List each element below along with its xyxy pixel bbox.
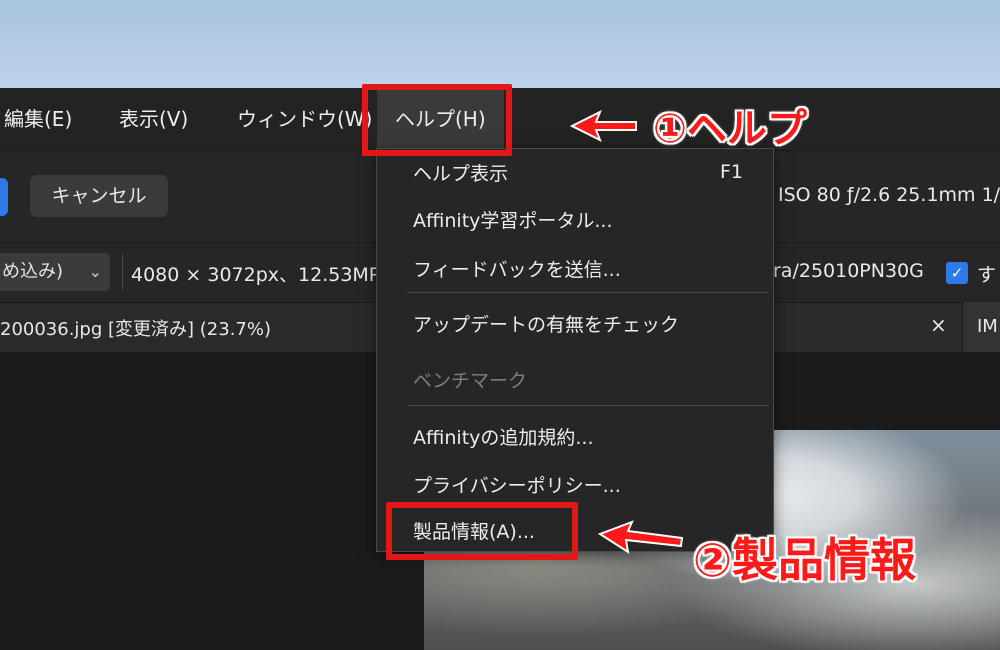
arrow-left-icon <box>570 110 637 142</box>
checkbox[interactable]: ✓ <box>946 262 968 284</box>
menu-item-additional-terms[interactable]: Affinityの追加規約... <box>413 423 594 450</box>
menu-shortcut-f1: F1 <box>720 161 744 183</box>
highlight-box-about <box>386 502 578 560</box>
menu-item-help-view[interactable]: ヘルプ表示 <box>413 159 508 186</box>
menu-view[interactable]: 表示(V) <box>119 88 188 150</box>
cancel-button[interactable]: キャンセル <box>30 175 168 217</box>
menu-separator <box>407 405 769 406</box>
desktop-background <box>0 0 1000 88</box>
menu-window[interactable]: ウィンドウ(W) <box>237 88 372 150</box>
divider <box>122 254 123 290</box>
menu-item-send-feedback[interactable]: フィードバックを送信... <box>413 255 621 282</box>
arrow-left-icon <box>598 520 684 555</box>
menu-separator <box>407 292 769 293</box>
display-mode-value: め込み) <box>2 261 64 282</box>
camera-model: ra/25010PN30G <box>773 260 924 282</box>
menu-edit[interactable]: 編集(E) <box>4 88 72 150</box>
menu-item-privacy-policy[interactable]: プライバシーポリシー... <box>413 471 621 498</box>
image-dimensions: 4080 × 3072px、12.53MP <box>131 264 381 286</box>
display-mode-select[interactable]: め込み) ⌄ <box>0 253 110 291</box>
menu-item-benchmark: ベンチマーク <box>413 370 528 392</box>
close-icon[interactable]: × <box>930 313 947 337</box>
apply-button[interactable] <box>0 178 8 216</box>
exif-info: ISO 80 ƒ/2.6 25.1mm 1/ <box>778 184 1000 206</box>
highlight-box-help <box>362 84 512 156</box>
chevron-down-icon: ⌄ <box>88 262 102 281</box>
document-tab-title[interactable]: 200036.jpg [変更済み] (23.7%) <box>0 315 271 341</box>
menu-item-check-updates[interactable]: アップデートの有無をチェック <box>413 310 679 337</box>
next-document-tab[interactable]: IM <box>962 302 1000 352</box>
menu-item-learning-portal[interactable]: Affinity学習ポータル... <box>413 206 613 233</box>
annotation-step2: ②製品情報 <box>693 533 916 587</box>
checkbox-label: す <box>977 264 997 286</box>
annotation-step1: ①ヘルプ <box>653 106 807 152</box>
help-dropdown-menu: ヘルプ表示 F1 Affinity学習ポータル... フィードバックを送信...… <box>376 148 774 552</box>
